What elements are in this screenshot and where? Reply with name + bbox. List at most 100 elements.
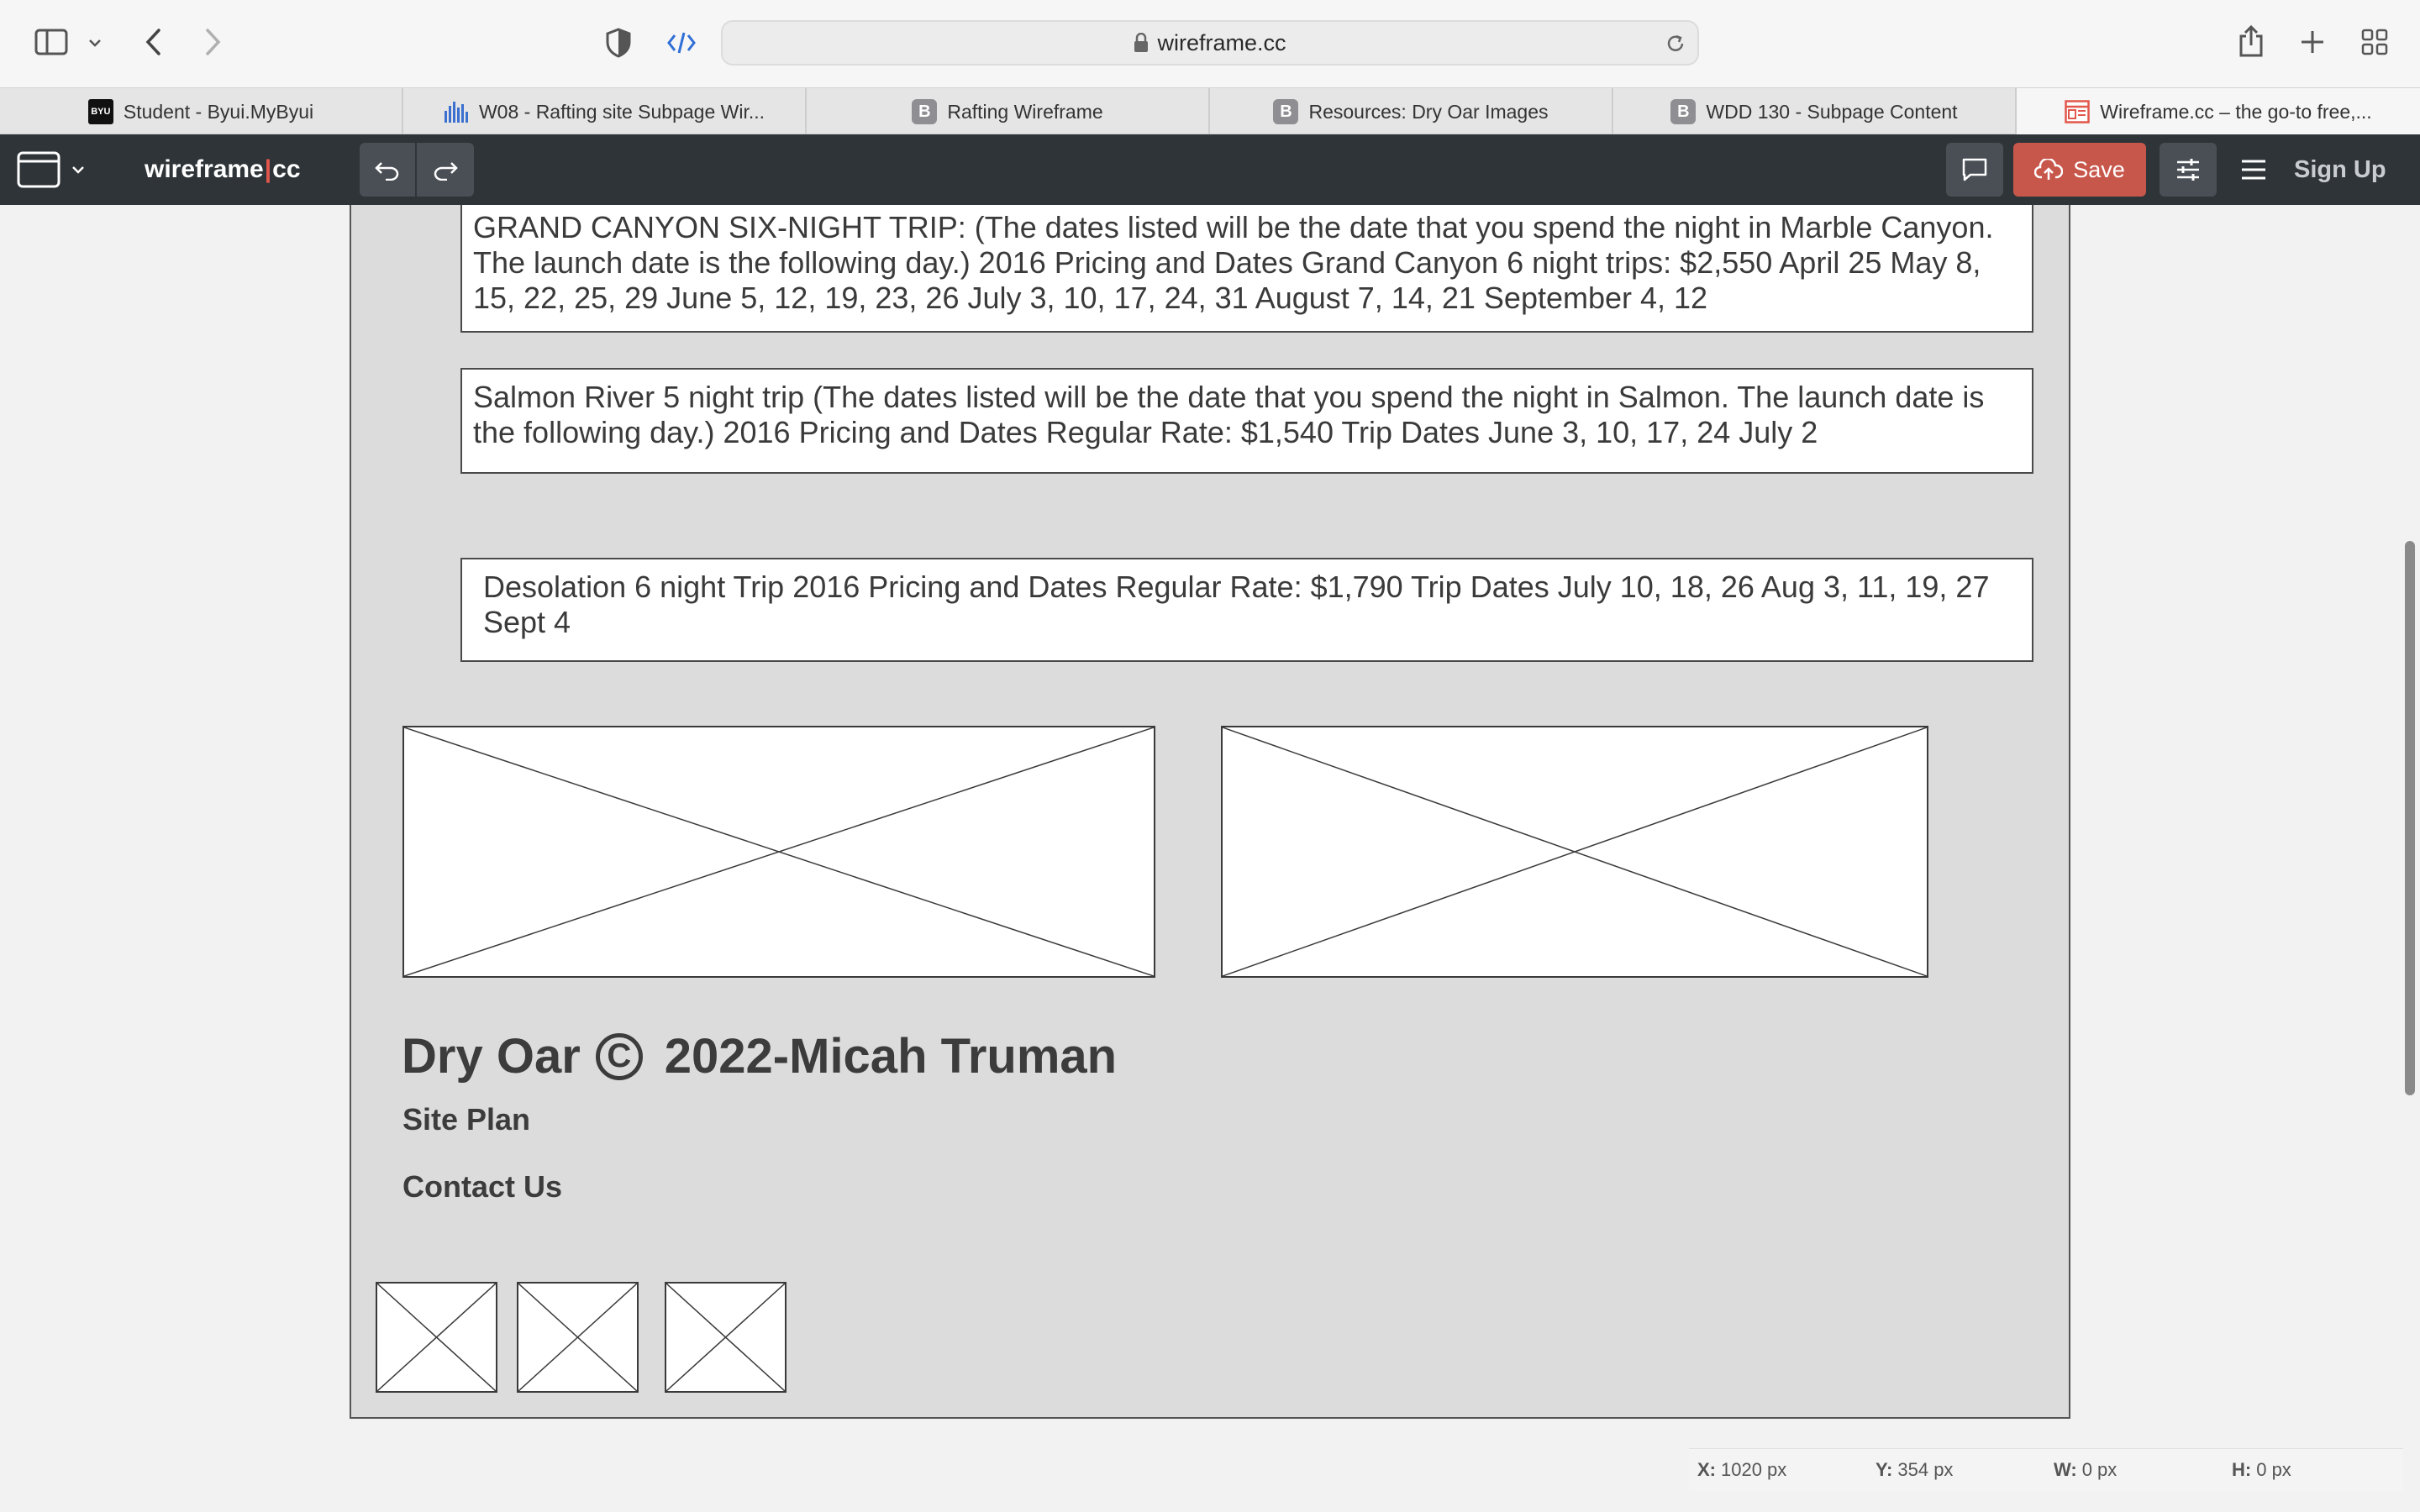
placeholder-cross-icon bbox=[377, 1284, 496, 1391]
b-icon: B bbox=[1670, 99, 1697, 124]
browser-tab[interactable]: B Rafting Wireframe bbox=[807, 88, 1210, 135]
bars-icon bbox=[444, 99, 469, 124]
paragraph-desolation[interactable]: Desolation 6 night Trip 2016 Pricing and… bbox=[460, 558, 2033, 662]
status-w-value: 0 px bbox=[2081, 1459, 2118, 1480]
b-icon: B bbox=[1273, 99, 1299, 124]
settings-button[interactable] bbox=[2160, 143, 2217, 197]
chevron-left-icon bbox=[145, 29, 160, 55]
paragraph-text: GRAND CANYON SIX-NIGHT TRIP: (The dates … bbox=[473, 210, 1994, 315]
footer-link-site-plan[interactable]: Site Plan bbox=[402, 1102, 530, 1137]
url-text: wireframe.cc bbox=[1157, 29, 1286, 55]
vertical-scrollbar[interactable] bbox=[2400, 205, 2420, 1448]
b-icon: B bbox=[912, 99, 938, 124]
paragraph-text: Salmon River 5 night trip (The dates lis… bbox=[473, 380, 1985, 449]
comment-icon bbox=[1962, 158, 1987, 181]
save-label: Save bbox=[2073, 156, 2125, 182]
status-x-label: X: bbox=[1697, 1459, 1716, 1480]
logo-separator: | bbox=[264, 155, 272, 183]
new-tab-button[interactable] bbox=[2294, 24, 2331, 60]
sign-up-link[interactable]: Sign Up bbox=[2294, 134, 2386, 205]
status-h: H: 0 px bbox=[2232, 1449, 2291, 1491]
status-y-label: Y: bbox=[1876, 1459, 1893, 1480]
chevron-down-icon bbox=[72, 166, 84, 174]
footer-year-author: 2022-Micah Truman bbox=[664, 1029, 1118, 1084]
undo-icon bbox=[375, 162, 399, 181]
placeholder-cross-icon bbox=[518, 1284, 637, 1391]
logo-text-suffix: cc bbox=[272, 155, 301, 183]
app-toolbar: wireframe | cc Save Sign Up bbox=[0, 134, 2420, 205]
browser-tab-active[interactable]: Wireframe.cc – the go-to free,... bbox=[2017, 88, 2420, 135]
wireframe-icon bbox=[2065, 99, 2091, 124]
byu-icon: BYU bbox=[87, 99, 113, 124]
share-button[interactable] bbox=[2232, 20, 2270, 62]
redo-button[interactable] bbox=[417, 143, 474, 197]
browser-tab[interactable]: W08 - Rafting site Subpage Wir... bbox=[403, 88, 807, 135]
scrollbar-thumb[interactable] bbox=[2405, 541, 2415, 1095]
sidebar-icon bbox=[34, 29, 68, 55]
sliders-icon bbox=[2177, 159, 2199, 181]
plus-icon bbox=[2302, 31, 2323, 53]
footer-link-contact-us[interactable]: Contact Us bbox=[402, 1169, 562, 1205]
browser-window-icon bbox=[17, 151, 60, 188]
logo-text: wireframe bbox=[145, 155, 264, 183]
social-icon-placeholder[interactable] bbox=[665, 1282, 786, 1393]
social-icon-placeholder[interactable] bbox=[517, 1282, 639, 1393]
tab-title: Resources: Dry Oar Images bbox=[1308, 100, 1549, 123]
reload-icon bbox=[1667, 34, 1684, 51]
image-placeholder[interactable] bbox=[1221, 726, 1928, 978]
grid-icon bbox=[2361, 29, 2388, 55]
privacy-report-button[interactable] bbox=[602, 25, 635, 60]
footer-brand: Dry Oar bbox=[402, 1029, 581, 1084]
browser-tab[interactable]: B Resources: Dry Oar Images bbox=[1210, 88, 1613, 135]
lock-icon bbox=[1134, 33, 1149, 52]
paragraph-salmon-river[interactable]: Salmon River 5 night trip (The dates lis… bbox=[460, 368, 2033, 474]
reload-button[interactable] bbox=[1660, 29, 1691, 59]
code-icon bbox=[667, 32, 696, 54]
placeholder-cross-icon bbox=[666, 1284, 785, 1391]
developer-tools-button[interactable] bbox=[664, 25, 699, 60]
cloud-upload-icon bbox=[2034, 159, 2064, 180]
tab-title: Wireframe.cc – the go-to free,... bbox=[2100, 100, 2372, 123]
forward-button[interactable] bbox=[195, 24, 232, 60]
tab-group-dropdown[interactable] bbox=[82, 30, 108, 55]
browser-tab[interactable]: B WDD 130 - Subpage Content bbox=[1613, 88, 2017, 135]
app-logo[interactable]: wireframe | cc bbox=[145, 134, 301, 205]
undo-button[interactable] bbox=[360, 143, 417, 197]
chevron-right-icon bbox=[206, 29, 221, 55]
tab-overview-button[interactable] bbox=[2356, 24, 2393, 60]
page-type-dropdown[interactable] bbox=[13, 146, 89, 193]
placeholder-cross-icon bbox=[1223, 727, 1927, 976]
share-icon bbox=[2239, 24, 2263, 57]
comments-button[interactable] bbox=[1946, 143, 2003, 197]
status-x: X: 1020 px bbox=[1697, 1449, 1786, 1491]
shield-icon bbox=[606, 28, 631, 58]
tab-title: Rafting Wireframe bbox=[947, 100, 1103, 123]
sidebar-toggle-button[interactable] bbox=[32, 25, 71, 59]
coordinates-status-bar: X: 1020 px Y: 354 px W: 0 px H: 0 px bbox=[1689, 1448, 2403, 1491]
tab-title: WDD 130 - Subpage Content bbox=[1706, 100, 1958, 123]
paragraph-text: Desolation 6 night Trip 2016 Pricing and… bbox=[483, 570, 1990, 639]
tab-strip: BYU Student - Byui.MyByui W08 - Rafting … bbox=[0, 87, 2420, 135]
image-placeholder[interactable] bbox=[402, 726, 1155, 978]
placeholder-cross-icon bbox=[404, 727, 1154, 976]
browser-tab[interactable]: BYU Student - Byui.MyByui bbox=[0, 88, 403, 135]
address-bar[interactable]: wireframe.cc bbox=[721, 20, 1699, 66]
status-x-value: 1020 px bbox=[1721, 1459, 1787, 1480]
wireframe-canvas[interactable]: GRAND CANYON SIX-NIGHT TRIP: (The dates … bbox=[0, 205, 2420, 1448]
footer-copyright-heading[interactable]: Dry Oar C 2022-Micah Truman bbox=[402, 1028, 1117, 1084]
status-y: Y: 354 px bbox=[1876, 1449, 1953, 1491]
menu-button[interactable] bbox=[2232, 146, 2275, 193]
status-y-value: 354 px bbox=[1897, 1459, 1954, 1480]
hamburger-icon bbox=[2242, 160, 2265, 180]
back-button[interactable] bbox=[134, 24, 171, 60]
social-icon-placeholder[interactable] bbox=[376, 1282, 497, 1393]
browser-toolbar: wireframe.cc bbox=[0, 0, 2420, 87]
redo-icon bbox=[434, 162, 458, 181]
save-button[interactable]: Save bbox=[2013, 143, 2146, 197]
history-controls bbox=[360, 143, 474, 197]
paragraph-grand-canyon[interactable]: GRAND CANYON SIX-NIGHT TRIP: (The dates … bbox=[460, 205, 2033, 333]
tab-title: Student - Byui.MyByui bbox=[123, 100, 314, 123]
copyright-icon: C bbox=[595, 1032, 643, 1080]
status-h-value: 0 px bbox=[2256, 1459, 2291, 1480]
tab-title: W08 - Rafting site Subpage Wir... bbox=[478, 100, 765, 123]
